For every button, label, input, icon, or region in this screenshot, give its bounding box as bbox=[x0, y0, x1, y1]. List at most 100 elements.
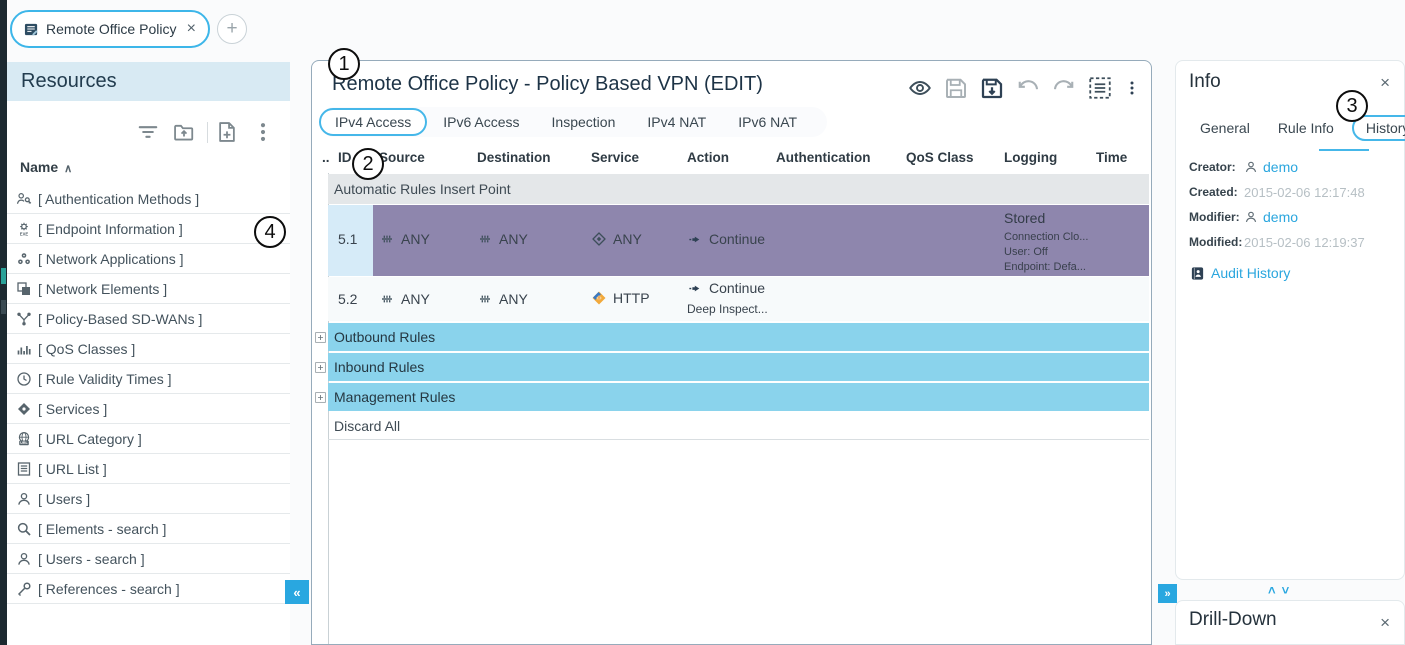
new-tab-button[interactable]: + bbox=[217, 14, 247, 44]
save-and-install-button[interactable] bbox=[980, 76, 1004, 100]
section-row-inbound-rules[interactable]: Inbound Rules bbox=[328, 353, 1149, 381]
tab-ipv4-access[interactable]: IPv4 Access bbox=[319, 108, 427, 136]
sidebar-item-network-applications[interactable]: [ Network Applications ] bbox=[7, 244, 290, 274]
source-cell[interactable]: ANY bbox=[379, 231, 430, 247]
parent-folder-button[interactable] bbox=[173, 121, 195, 143]
resources-panel: Resources Name∧ [ Authentication Methods… bbox=[7, 62, 290, 645]
column-id[interactable]: ID bbox=[338, 150, 352, 165]
sidebar-item-references-search[interactable]: [ References - search ] bbox=[7, 574, 290, 604]
logging-detail: User: Off bbox=[1004, 246, 1048, 258]
column-logging[interactable]: Logging bbox=[1004, 150, 1057, 165]
panel-resize-controls: ˄ ˅ bbox=[1268, 583, 1289, 598]
rule-table-header: .. ID Source Destination Service Action … bbox=[328, 144, 1149, 173]
references-search-icon bbox=[16, 581, 32, 597]
modifier-field: Modifier: demo bbox=[1189, 206, 1298, 228]
creator-link[interactable]: demo bbox=[1263, 159, 1298, 175]
logging-value[interactable]: Stored bbox=[1004, 210, 1045, 226]
tab-inspection[interactable]: Inspection bbox=[536, 108, 632, 136]
sidebar-item-network-elements[interactable]: [ Network Elements ] bbox=[7, 274, 290, 304]
sidebar-item-url-category[interactable]: [ URL Category ] bbox=[7, 424, 290, 454]
modified-value: 2015-02-06 12:19:37 bbox=[1244, 235, 1365, 250]
sidebar-item-rule-validity-times[interactable]: [ Rule Validity Times ] bbox=[7, 364, 290, 394]
new-element-button[interactable] bbox=[216, 121, 238, 143]
more-actions-button[interactable] bbox=[1124, 76, 1140, 100]
close-tab-icon[interactable]: × bbox=[187, 21, 196, 37]
column-action[interactable]: Action bbox=[687, 150, 729, 165]
scroll-up-icon[interactable]: ˄ bbox=[1268, 583, 1276, 598]
rule-row-5-2[interactable]: 5.2 ANY ANY HTTP Continue Deep Inspect..… bbox=[328, 277, 1149, 321]
tab-ipv6-nat[interactable]: IPv6 NAT bbox=[722, 108, 813, 136]
column-service[interactable]: Service bbox=[591, 150, 639, 165]
column-destination[interactable]: Destination bbox=[477, 150, 551, 165]
action-cell[interactable]: Continue bbox=[687, 280, 765, 296]
scroll-down-icon[interactable]: ˅ bbox=[1282, 583, 1290, 598]
audit-history-icon bbox=[1190, 266, 1205, 281]
expand-inbound-rules-icon[interactable] bbox=[315, 362, 326, 373]
close-info-icon[interactable]: × bbox=[1380, 73, 1390, 93]
authentication-methods-icon bbox=[16, 191, 32, 207]
sidebar-item-users[interactable]: [ Users ] bbox=[7, 484, 290, 514]
policy-tab-bar: IPv4 Access IPv6 Access Inspection IPv4 … bbox=[319, 107, 827, 137]
tab-ipv4-nat[interactable]: IPv4 NAT bbox=[631, 108, 722, 136]
audit-history-link[interactable]: Audit History bbox=[1190, 265, 1290, 281]
column-time[interactable]: Time bbox=[1096, 150, 1127, 165]
tab-ipv6-access[interactable]: IPv6 Access bbox=[427, 108, 535, 136]
sidebar-item-authentication-methods[interactable]: [ Authentication Methods ] bbox=[7, 184, 290, 214]
resources-list: [ Authentication Methods ] [ Endpoint In… bbox=[7, 184, 290, 604]
policy-title: Remote Office Policy - Policy Based VPN … bbox=[332, 73, 763, 96]
automatic-rules-insert-point-row[interactable]: Automatic Rules Insert Point bbox=[328, 174, 1149, 204]
save-button[interactable] bbox=[944, 76, 968, 100]
sidebar-item-policy-based-sdwans[interactable]: [ Policy-Based SD-WANs ] bbox=[7, 304, 290, 334]
section-row-outbound-rules[interactable]: Outbound Rules bbox=[328, 323, 1149, 351]
tab-rule-info[interactable]: Rule Info bbox=[1268, 115, 1344, 141]
creator-field: Creator: demo bbox=[1189, 156, 1298, 178]
redo-button[interactable] bbox=[1052, 76, 1076, 100]
policy-editor-panel: Remote Office Policy - Policy Based VPN … bbox=[311, 60, 1152, 645]
sidebar-item-users-search[interactable]: [ Users - search ] bbox=[7, 544, 290, 574]
network-applications-icon bbox=[16, 251, 32, 267]
expand-drilldown-button[interactable]: » bbox=[1158, 584, 1177, 603]
column-qos-class[interactable]: QoS Class bbox=[906, 150, 974, 165]
column-source[interactable]: Source bbox=[379, 150, 425, 165]
sidebar-more-button[interactable] bbox=[252, 121, 274, 143]
rule-row-5-1[interactable]: 5.1 ANY ANY ANY Continue Stored Connecti… bbox=[328, 205, 1149, 276]
discard-all-row[interactable]: Discard All bbox=[328, 413, 1149, 439]
action-option: Deep Inspect... bbox=[687, 302, 768, 316]
column-grip[interactable]: .. bbox=[322, 150, 330, 165]
info-panel: Info × General Rule Info History Creator… bbox=[1175, 60, 1405, 580]
users-search-icon bbox=[16, 551, 32, 567]
name-column-header[interactable]: Name∧ bbox=[20, 159, 72, 175]
continue-action-icon bbox=[687, 232, 703, 247]
document-tab-label: Remote Office Policy - .. bbox=[46, 21, 180, 37]
close-drilldown-icon[interactable]: × bbox=[1380, 613, 1390, 633]
logging-detail: Endpoint: Defa... bbox=[1004, 261, 1086, 273]
tab-general[interactable]: General bbox=[1190, 115, 1260, 141]
service-cell[interactable]: ANY bbox=[591, 231, 642, 247]
column-authentication[interactable]: Authentication bbox=[776, 150, 871, 165]
sidebar-item-elements-search[interactable]: [ Elements - search ] bbox=[7, 514, 290, 544]
sidebar-item-services[interactable]: [ Services ] bbox=[7, 394, 290, 424]
destination-cell[interactable]: ANY bbox=[477, 231, 528, 247]
action-cell[interactable]: Continue bbox=[687, 231, 765, 247]
selection-mode-button[interactable] bbox=[1088, 76, 1112, 100]
preview-button[interactable] bbox=[908, 76, 932, 100]
network-elements-icon bbox=[16, 281, 32, 297]
resources-header: Resources bbox=[7, 62, 290, 101]
undo-button[interactable] bbox=[1016, 76, 1040, 100]
sidebar-item-qos-classes[interactable]: [ QoS Classes ] bbox=[7, 334, 290, 364]
section-row-management-rules[interactable]: Management Rules bbox=[328, 383, 1149, 411]
sidebar-item-endpoint-information[interactable]: [ Endpoint Information ] bbox=[7, 214, 290, 244]
document-tab[interactable]: Remote Office Policy - .. × bbox=[10, 10, 210, 48]
services-icon bbox=[16, 401, 32, 417]
modifier-link[interactable]: demo bbox=[1263, 209, 1298, 225]
expand-outbound-rules-icon[interactable] bbox=[315, 332, 326, 343]
collapse-sidebar-button[interactable]: « bbox=[285, 580, 309, 604]
any-service-icon bbox=[591, 231, 607, 247]
expand-management-rules-icon[interactable] bbox=[315, 392, 326, 403]
source-cell[interactable]: ANY bbox=[379, 291, 430, 307]
sidebar-item-url-list[interactable]: [ URL List ] bbox=[7, 454, 290, 484]
service-cell[interactable]: HTTP bbox=[591, 289, 650, 307]
destination-cell[interactable]: ANY bbox=[477, 291, 528, 307]
filter-button[interactable] bbox=[137, 121, 159, 143]
policy-tab-icon bbox=[24, 22, 39, 37]
